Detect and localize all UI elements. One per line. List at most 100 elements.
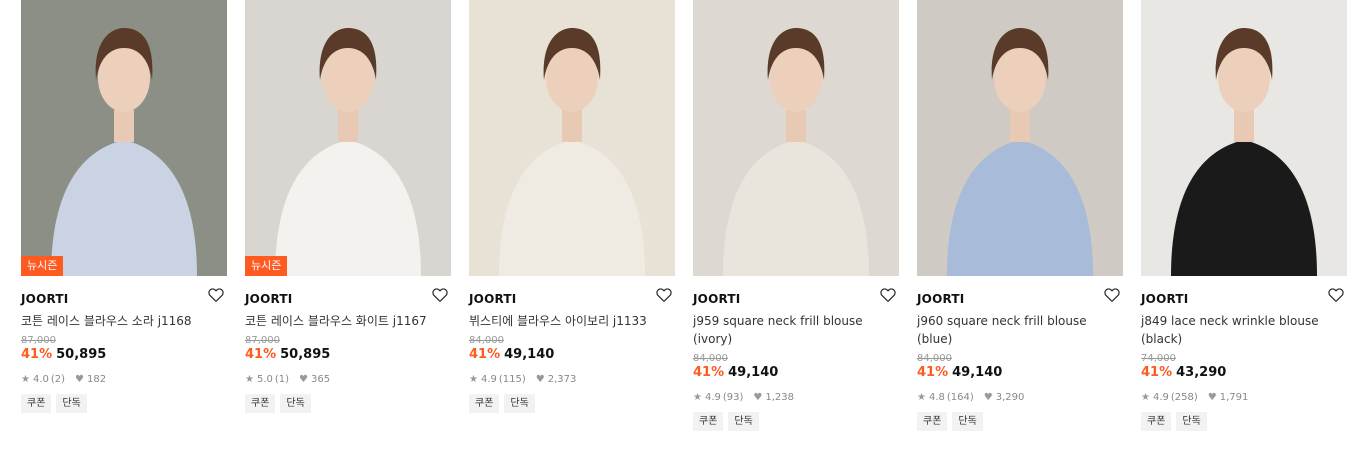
review-count: (115) — [498, 374, 526, 385]
heart-filled-icon: ♥ — [75, 374, 85, 385]
discount-rate: 41% — [693, 365, 725, 380]
product-image[interactable] — [917, 0, 1123, 276]
product-card[interactable]: 뉴시즌 JOORTI 코튼 레이스 블라우스 화이트 j1167 87,000 41% 5… — [245, 0, 451, 413]
tag-list: 쿠폰 단독 — [21, 394, 227, 413]
like-count: 1,238 — [765, 392, 795, 403]
brand-name[interactable]: JOORTI — [917, 292, 964, 306]
heart-outline-icon[interactable] — [431, 286, 449, 304]
star-icon: ★ — [245, 374, 254, 385]
discount-rate: 41% — [245, 347, 277, 362]
heart-outline-icon[interactable] — [879, 286, 897, 304]
product-name[interactable]: j960 square neck frill blouse (blue) — [917, 312, 1123, 348]
rating-value: 4.9 — [480, 374, 497, 385]
exclusive-tag: 단독 — [952, 412, 983, 431]
rating-value: 4.0 — [32, 374, 49, 385]
price-row: 41% 49,140 — [917, 365, 1123, 380]
brand-name[interactable]: JOORTI — [1141, 292, 1188, 306]
product-image[interactable]: 뉴시즌 — [245, 0, 451, 276]
discount-rate: 41% — [1141, 365, 1173, 380]
rating-value: 4.8 — [928, 392, 945, 403]
exclusive-tag: 단독 — [728, 412, 759, 431]
price-row: 41% 43,290 — [1141, 365, 1347, 380]
review-count: (93) — [722, 392, 744, 403]
original-price: 84,000 — [693, 353, 728, 364]
product-image[interactable] — [693, 0, 899, 276]
discount-rate: 41% — [21, 347, 53, 362]
tag-list: 쿠폰 단독 — [917, 412, 1123, 431]
star-icon: ★ — [1141, 392, 1150, 403]
product-card[interactable]: JOORTI j959 square neck frill blouse (ivo… — [693, 0, 899, 431]
brand-row: JOORTI — [469, 288, 675, 306]
price-row: 41% 50,895 — [21, 347, 227, 362]
exclusive-tag: 단독 — [56, 394, 87, 413]
product-image[interactable]: 뉴시즌 — [21, 0, 227, 276]
coupon-tag: 쿠폰 — [245, 394, 276, 413]
coupon-tag: 쿠폰 — [469, 394, 500, 413]
star-icon: ★ — [917, 392, 926, 403]
product-card[interactable]: JOORTI j849 lace neck wrinkle blouse (bla… — [1141, 0, 1347, 431]
product-name[interactable]: j959 square neck frill blouse (ivory) — [693, 312, 899, 348]
product-card[interactable]: 뉴시즌 JOORTI 코튼 레이스 블라우스 소라 j1168 87,000 41% 50… — [21, 0, 227, 413]
sale-price: 50,895 — [280, 347, 331, 362]
like-count: 2,373 — [547, 374, 577, 385]
heart-filled-icon: ♥ — [1207, 392, 1217, 403]
heart-outline-icon[interactable] — [1103, 286, 1121, 304]
rating-likes: ★ 4.8 (164) ♥ 3,290 — [917, 392, 1123, 403]
price-row: 41% 50,895 — [245, 347, 451, 362]
star-icon: ★ — [469, 374, 478, 385]
original-price: 74,000 — [1141, 353, 1176, 364]
price-row: 41% 49,140 — [469, 347, 675, 362]
discount-rate: 41% — [917, 365, 949, 380]
rating-value: 5.0 — [256, 374, 273, 385]
star-icon: ★ — [693, 392, 702, 403]
product-card[interactable]: JOORTI 뷔스티에 블라우스 아이보리 j1133 84,000 41% 49,14… — [469, 0, 675, 413]
product-card[interactable]: JOORTI j960 square neck frill blouse (blu… — [917, 0, 1123, 431]
rating-likes: ★ 4.9 (258) ♥ 1,791 — [1141, 392, 1347, 403]
brand-name[interactable]: JOORTI — [693, 292, 740, 306]
original-price: 84,000 — [469, 335, 504, 346]
sale-price: 49,140 — [952, 365, 1003, 380]
rating-likes: ★ 5.0 (1) ♥ 365 — [245, 374, 451, 385]
brand-name[interactable]: JOORTI — [469, 292, 516, 306]
product-name[interactable]: 뷔스티에 블라우스 아이보리 j1133 — [469, 312, 675, 330]
tag-list: 쿠폰 단독 — [693, 412, 899, 431]
tag-list: 쿠폰 단독 — [469, 394, 675, 413]
product-name[interactable]: 코튼 레이스 블라우스 화이트 j1167 — [245, 312, 451, 330]
brand-row: JOORTI — [693, 288, 899, 306]
heart-outline-icon[interactable] — [1327, 286, 1345, 304]
price-row: 41% 49,140 — [693, 365, 899, 380]
heart-filled-icon: ♥ — [535, 374, 545, 385]
brand-row: JOORTI — [1141, 288, 1347, 306]
sale-price: 49,140 — [504, 347, 555, 362]
heart-outline-icon[interactable] — [655, 286, 673, 304]
new-season-badge: 뉴시즌 — [21, 256, 64, 276]
original-price: 87,000 — [245, 335, 280, 346]
rating-value: 4.9 — [1152, 392, 1169, 403]
product-name[interactable]: 코튼 레이스 블라우스 소라 j1168 — [21, 312, 227, 330]
brand-row: JOORTI — [245, 288, 451, 306]
rating-value: 4.9 — [704, 392, 721, 403]
tag-list: 쿠폰 단독 — [245, 394, 451, 413]
product-image[interactable] — [469, 0, 675, 276]
coupon-tag: 쿠폰 — [21, 394, 52, 413]
coupon-tag: 쿠폰 — [917, 412, 948, 431]
tag-list: 쿠폰 단독 — [1141, 412, 1347, 431]
original-price: 87,000 — [21, 335, 56, 346]
heart-filled-icon: ♥ — [299, 374, 309, 385]
sale-price: 43,290 — [1176, 365, 1227, 380]
like-count: 1,791 — [1219, 392, 1249, 403]
heart-filled-icon: ♥ — [753, 392, 763, 403]
brand-row: JOORTI — [917, 288, 1123, 306]
rating-likes: ★ 4.9 (115) ♥ 2,373 — [469, 374, 675, 385]
heart-filled-icon: ♥ — [983, 392, 993, 403]
product-grid: 뉴시즌 JOORTI 코튼 레이스 블라우스 소라 j1168 87,000 41% 50… — [0, 0, 1367, 460]
review-count: (2) — [50, 374, 66, 385]
brand-name[interactable]: JOORTI — [21, 292, 68, 306]
rating-likes: ★ 4.0 (2) ♥ 182 — [21, 374, 227, 385]
product-image[interactable] — [1141, 0, 1347, 276]
heart-outline-icon[interactable] — [207, 286, 225, 304]
product-name[interactable]: j849 lace neck wrinkle blouse (black) — [1141, 312, 1347, 348]
rating-likes: ★ 4.9 (93) ♥ 1,238 — [693, 392, 899, 403]
brand-name[interactable]: JOORTI — [245, 292, 292, 306]
new-season-badge: 뉴시즌 — [245, 256, 288, 276]
